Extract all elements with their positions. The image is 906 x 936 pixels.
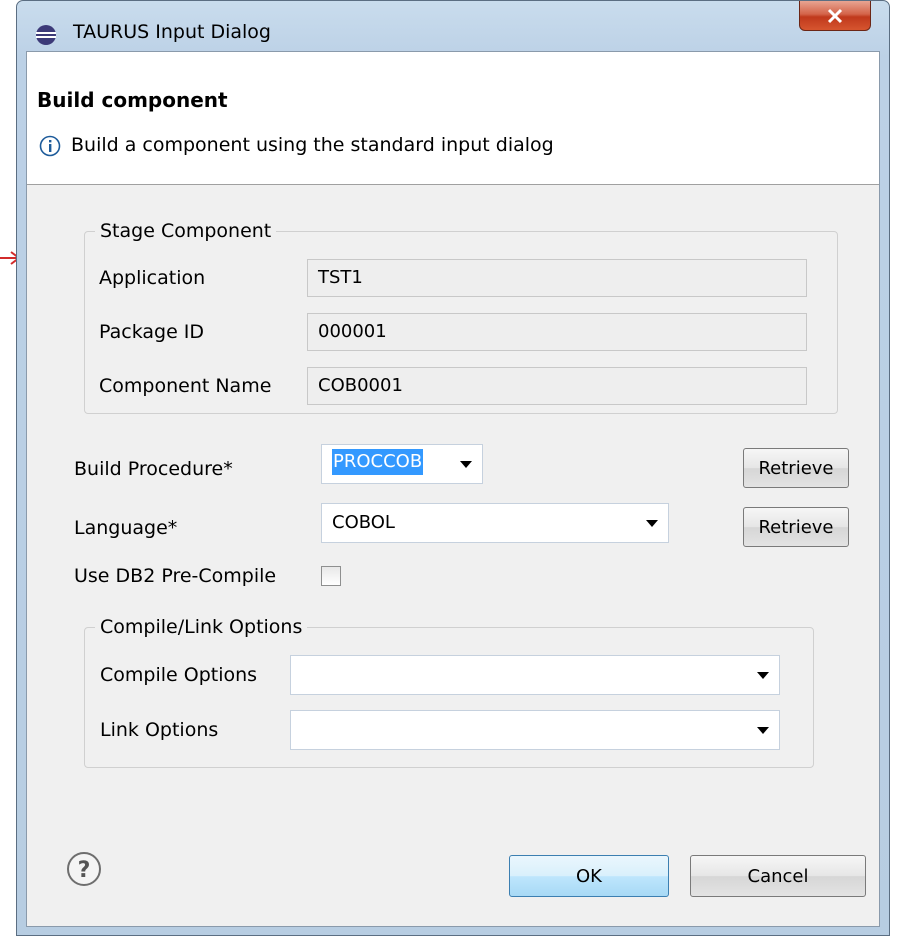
eclipse-app-icon xyxy=(36,25,56,45)
svg-text:?: ? xyxy=(78,858,91,883)
chevron-down-icon xyxy=(460,461,472,468)
application-field: TST1 xyxy=(307,259,807,297)
application-label: Application xyxy=(99,267,206,289)
build-procedure-label: Build Procedure* xyxy=(74,458,233,480)
language-combo[interactable]: COBOL xyxy=(321,503,669,543)
header-message: Build a component using the standard inp… xyxy=(71,134,554,156)
help-icon[interactable]: ? xyxy=(66,851,102,887)
close-button[interactable] xyxy=(799,1,871,31)
language-value: COBOL xyxy=(332,512,395,533)
dialog-content: Build component Build a component using … xyxy=(26,51,880,927)
build-procedure-value: PROCCOB xyxy=(332,449,424,475)
close-icon xyxy=(827,8,843,23)
info-icon xyxy=(39,135,61,157)
db2-label: Use DB2 Pre-Compile xyxy=(74,565,277,587)
language-label: Language* xyxy=(74,517,178,539)
ok-button[interactable]: OK xyxy=(509,855,669,897)
compile-link-options-group: Compile/Link Options Compile Options Lin… xyxy=(84,615,814,768)
component-name-label: Component Name xyxy=(99,375,272,397)
package-id-field: 000001 xyxy=(307,313,807,351)
page-title: Build component xyxy=(37,88,228,112)
retrieve-language-button[interactable]: Retrieve xyxy=(743,507,849,547)
retrieve-procedure-button[interactable]: Retrieve xyxy=(743,448,849,488)
db2-checkbox[interactable] xyxy=(321,566,341,586)
link-options-label: Link Options xyxy=(100,719,219,741)
compile-options-combo[interactable] xyxy=(290,655,780,695)
compile-options-label: Compile Options xyxy=(100,664,258,686)
window-title: TAURUS Input Dialog xyxy=(73,21,271,43)
build-procedure-combo[interactable]: PROCCOB xyxy=(321,444,483,484)
stage-component-title: Stage Component xyxy=(95,219,277,243)
chevron-down-icon xyxy=(646,520,658,527)
component-name-field: COB0001 xyxy=(307,367,807,405)
compile-link-options-title: Compile/Link Options xyxy=(95,615,308,639)
chevron-down-icon xyxy=(757,727,769,734)
package-id-label: Package ID xyxy=(99,321,205,343)
link-options-combo[interactable] xyxy=(290,710,780,750)
stage-component-group: Stage Component Application TST1 Package… xyxy=(84,219,838,414)
dialog-window: TAURUS Input Dialog Build component Buil… xyxy=(16,0,890,936)
cancel-button[interactable]: Cancel xyxy=(690,855,866,897)
chevron-down-icon xyxy=(757,672,769,679)
dialog-header: Build component Build a component using … xyxy=(27,52,879,185)
